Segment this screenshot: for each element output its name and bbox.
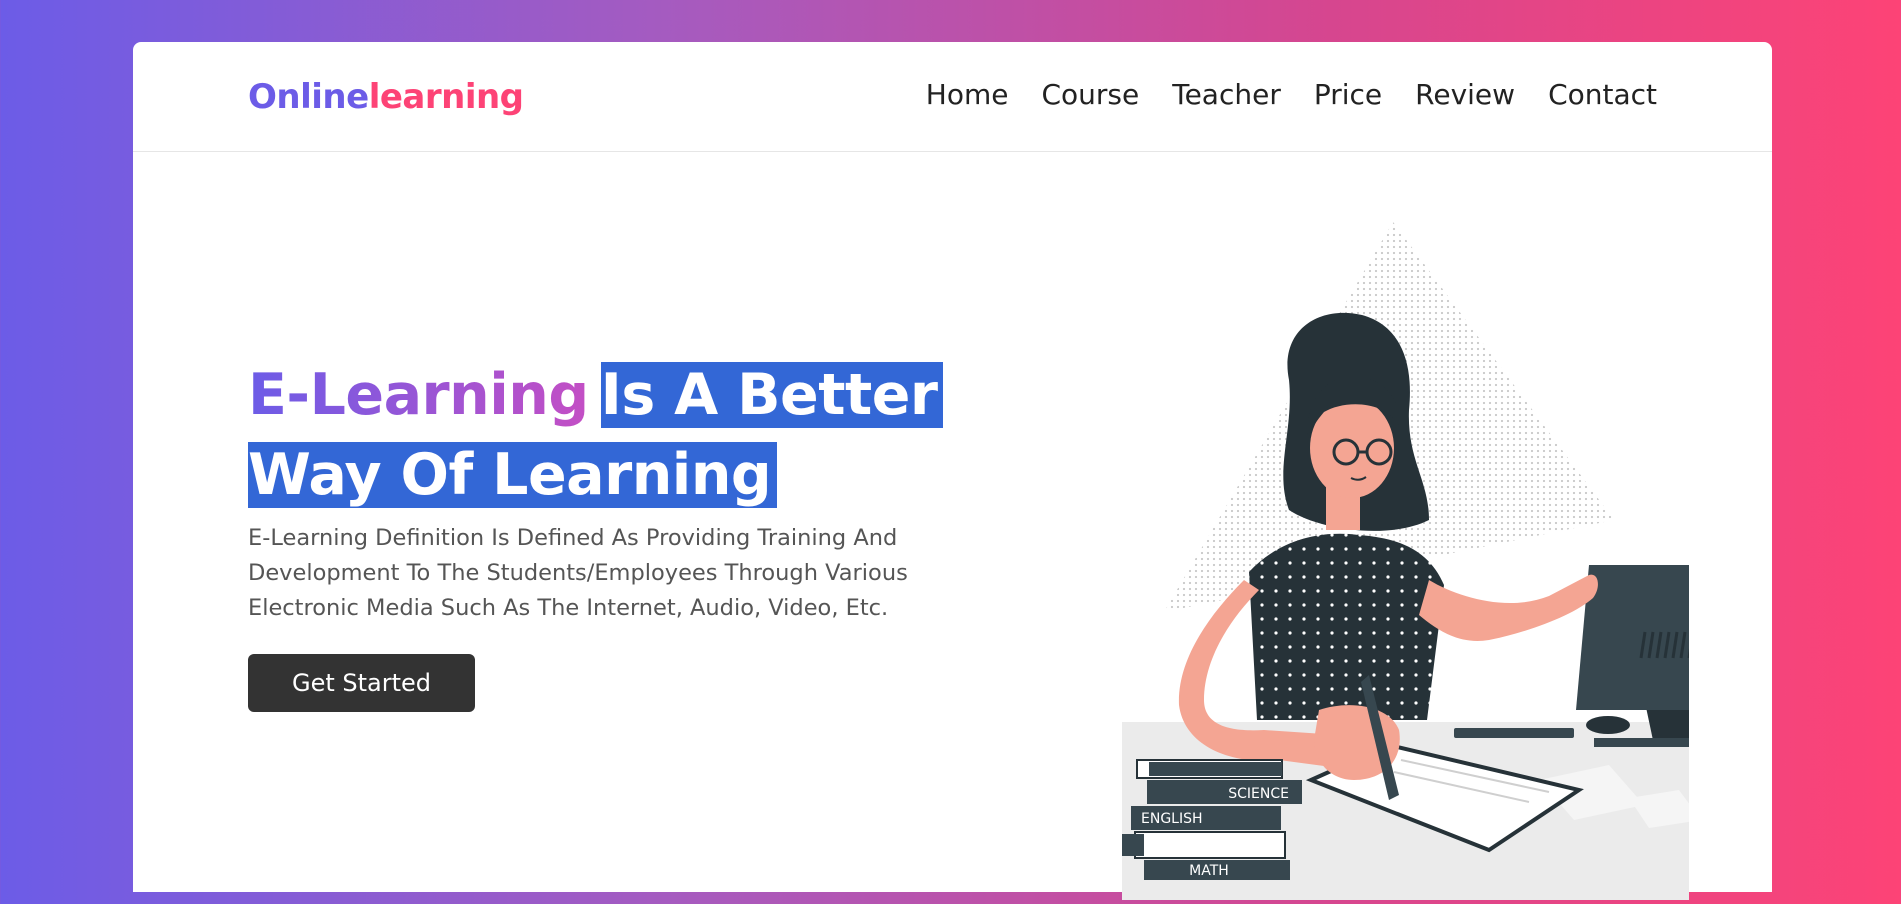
hero-title-highlight-1: Is A Better xyxy=(600,362,944,428)
hero-title-highlight-2: Way Of Learning xyxy=(248,442,778,508)
nav-contact[interactable]: Contact xyxy=(1548,78,1657,111)
keyboard xyxy=(1454,728,1574,738)
brand-logo-part1: Online xyxy=(248,77,369,117)
nav-course[interactable]: Course xyxy=(1041,78,1139,111)
arm-right xyxy=(1419,574,1598,641)
monitor-base xyxy=(1594,738,1744,747)
hero-section: E-Learning Is A Better Way Of Learning E-L… xyxy=(248,355,948,712)
brand-logo[interactable]: Onlinelearning xyxy=(248,77,524,117)
nav-home[interactable]: Home xyxy=(926,78,1009,111)
main-nav: Home Course Teacher Price Review Contact xyxy=(926,78,1657,111)
nav-teacher[interactable]: Teacher xyxy=(1172,78,1281,111)
header: Onlinelearning Home Course Teacher Price… xyxy=(133,42,1772,152)
nav-price[interactable]: Price xyxy=(1314,78,1382,111)
book-science-label: SCIENCE xyxy=(1228,786,1289,802)
book-stack: SCIENCE ENGLISH MATH xyxy=(1122,759,1302,880)
hero-title: E-Learning Is A Better Way Of Learning xyxy=(248,355,948,515)
nav-review[interactable]: Review xyxy=(1415,78,1515,111)
hero-title-gradient: E-Learning xyxy=(248,362,601,428)
main-card: Onlinelearning Home Course Teacher Price… xyxy=(133,42,1772,900)
hero-illustration: SCIENCE ENGLISH MATH xyxy=(989,220,1772,900)
student-at-computer-illustration: SCIENCE ENGLISH MATH xyxy=(1122,222,1772,900)
get-started-button[interactable]: Get Started xyxy=(248,654,476,712)
computer-mouse xyxy=(1586,716,1630,734)
shirt xyxy=(1249,533,1444,720)
book-english-label: ENGLISH xyxy=(1141,811,1203,827)
book-math-label: MATH xyxy=(1189,863,1229,879)
brand-logo-part2: learning xyxy=(368,77,524,117)
hero-description: E-Learning Definition Is Defined As Prov… xyxy=(248,525,908,621)
